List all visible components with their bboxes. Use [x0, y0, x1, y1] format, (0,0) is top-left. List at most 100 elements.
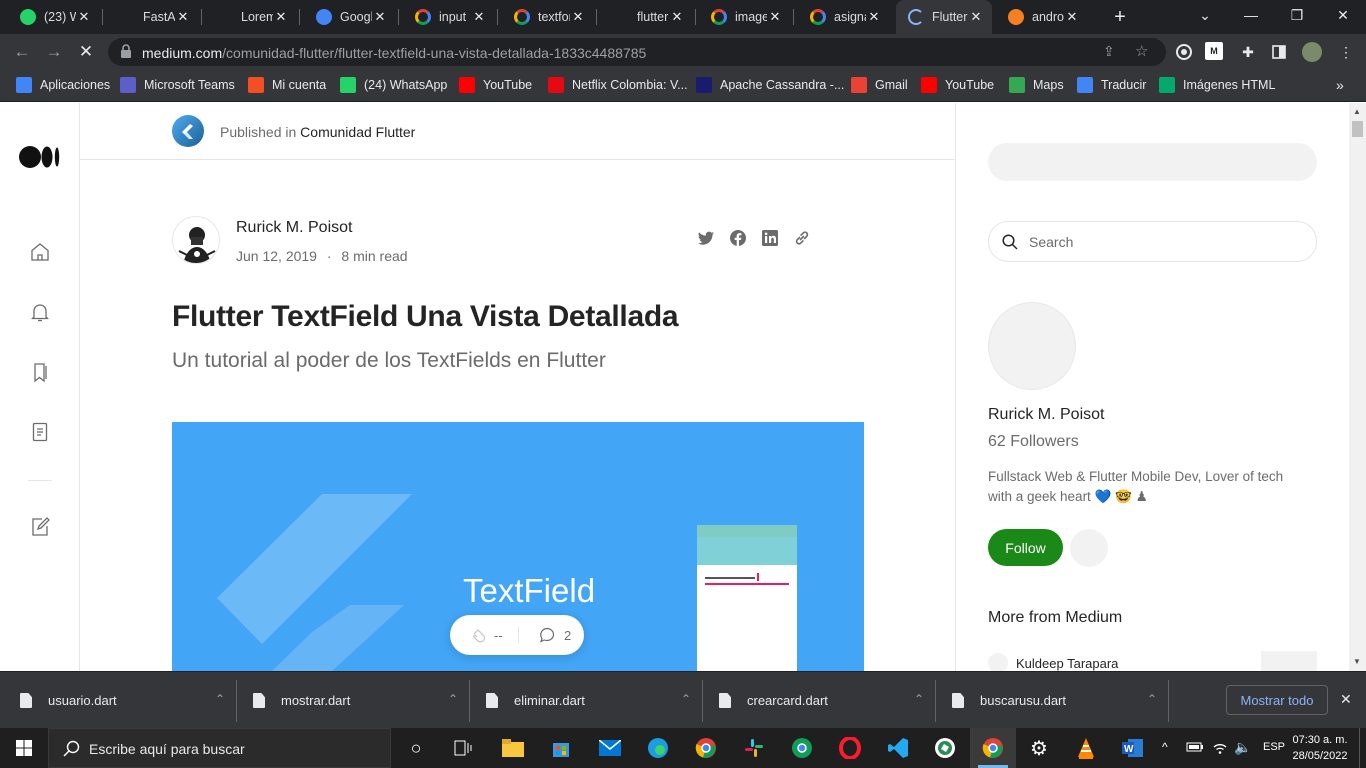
- bookmark-item[interactable]: Apache Cassandra -...: [696, 77, 844, 93]
- author-name-link[interactable]: Rurick M. Poisot: [236, 219, 352, 237]
- tab-7[interactable]: image ✕: [699, 0, 791, 34]
- ms-store-icon[interactable]: [547, 734, 575, 762]
- chrome-profile-icon[interactable]: [788, 734, 816, 762]
- download-item[interactable]: buscarusu.dart ⌃: [952, 672, 1169, 729]
- extensions-puzzle-icon[interactable]: ✚: [1238, 42, 1258, 62]
- tab-8[interactable]: asigna✕: [798, 0, 890, 34]
- subscribe-button[interactable]: [1070, 529, 1108, 567]
- share-icon[interactable]: ⇪: [1103, 43, 1115, 60]
- bookmark-item[interactable]: Traducir: [1077, 77, 1146, 93]
- show-hidden-icons-icon[interactable]: ^: [1162, 740, 1168, 754]
- follow-button[interactable]: Follow: [988, 529, 1063, 566]
- download-item[interactable]: mostrar.dart ⌃: [253, 672, 470, 729]
- scroll-down-arrow[interactable]: ▼: [1353, 657, 1361, 666]
- system-clock[interactable]: 07:30 a. m. 28/05/2022: [1292, 732, 1348, 764]
- wifi-icon[interactable]: [1212, 740, 1228, 756]
- close-tab-icon[interactable]: ✕: [273, 9, 289, 25]
- download-options-chevron-icon[interactable]: ⌃: [914, 692, 924, 706]
- new-tab-button[interactable]: +: [1108, 5, 1132, 29]
- download-item[interactable]: crearcard.dart ⌃: [719, 672, 936, 729]
- author-avatar[interactable]: [172, 216, 220, 264]
- show-all-downloads-button[interactable]: Mostrar todo: [1226, 685, 1328, 715]
- app-circle-icon[interactable]: [931, 734, 959, 762]
- close-window-button[interactable]: ✕: [1320, 0, 1366, 30]
- side-panel-icon[interactable]: [1269, 42, 1289, 62]
- linkedin-icon[interactable]: [760, 228, 780, 248]
- bookmark-item[interactable]: YouTube: [459, 77, 532, 93]
- notifications-bell-icon[interactable]: [28, 300, 52, 324]
- page-scrollbar[interactable]: ▲ ▼: [1349, 103, 1366, 671]
- download-options-chevron-icon[interactable]: ⌃: [681, 692, 691, 706]
- extension-medium-icon[interactable]: M: [1205, 42, 1223, 60]
- scroll-up-arrow[interactable]: ▲: [1353, 107, 1361, 116]
- active-chrome-taskbar-button[interactable]: [970, 728, 1016, 768]
- tab-2[interactable]: Lorem ✕: [205, 0, 297, 34]
- copy-link-icon[interactable]: [792, 228, 812, 248]
- vscode-icon[interactable]: [884, 734, 912, 762]
- chrome-menu-icon[interactable]: ⋮: [1336, 42, 1356, 62]
- edge-icon[interactable]: [644, 734, 672, 762]
- responses-icon[interactable]: [538, 626, 556, 644]
- lists-bookmark-icon[interactable]: [28, 360, 52, 384]
- tab-search-icon[interactable]: ⌄: [1182, 0, 1228, 30]
- download-item[interactable]: eliminar.dart ⌃: [486, 672, 703, 729]
- bookmark-item[interactable]: Maps: [1009, 77, 1064, 93]
- chrome-taskbar-icon[interactable]: [692, 734, 720, 762]
- twitter-icon[interactable]: [696, 228, 716, 248]
- download-options-chevron-icon[interactable]: ⌃: [1147, 692, 1157, 706]
- mail-icon[interactable]: [596, 734, 624, 762]
- stop-loading-icon[interactable]: ✕: [74, 40, 98, 64]
- minimize-button[interactable]: —: [1228, 0, 1274, 30]
- close-tab-icon[interactable]: ✕: [767, 9, 783, 25]
- more-item-avatar[interactable]: [988, 653, 1008, 671]
- windows-start-icon[interactable]: [10, 734, 38, 762]
- forward-button[interactable]: →: [42, 40, 66, 64]
- address-bar[interactable]: medium.com/comunidad-flutter/flutter-tex…: [108, 38, 1166, 66]
- cortana-icon[interactable]: ○: [402, 734, 430, 762]
- close-tab-icon[interactable]: ✕: [968, 9, 984, 25]
- sidebar-author-name[interactable]: Rurick M. Poisot: [988, 406, 1104, 424]
- publication-name-link[interactable]: Comunidad Flutter: [300, 124, 415, 140]
- download-options-chevron-icon[interactable]: ⌃: [215, 692, 225, 706]
- task-view-icon[interactable]: [449, 734, 477, 762]
- more-bookmarks-icon[interactable]: »: [1336, 77, 1344, 93]
- facebook-icon[interactable]: [728, 228, 748, 248]
- extension-record-icon[interactable]: [1174, 42, 1194, 62]
- profile-avatar[interactable]: [1302, 42, 1322, 62]
- bookmark-item[interactable]: Mi cuenta: [248, 77, 326, 93]
- tab-0[interactable]: (23) W ✕: [8, 0, 100, 34]
- settings-gear-icon[interactable]: ⚙: [1025, 734, 1053, 762]
- opera-icon[interactable]: [836, 734, 864, 762]
- scrollbar-thumb[interactable]: [1352, 121, 1363, 137]
- more-item-author[interactable]: Kuldeep Tarapara: [1016, 656, 1118, 671]
- tab-9[interactable]: Flutter ✕: [896, 0, 992, 34]
- bookmark-item[interactable]: Imágenes HTML: [1159, 77, 1275, 93]
- close-tab-icon[interactable]: ✕: [175, 9, 191, 25]
- input-language[interactable]: ESP: [1263, 741, 1285, 753]
- medium-logo-icon[interactable]: [19, 145, 61, 169]
- stories-icon[interactable]: [28, 420, 52, 444]
- bookmark-star-icon[interactable]: ☆: [1135, 42, 1148, 60]
- maximize-button[interactable]: ❐: [1274, 0, 1320, 30]
- sidebar-author-avatar[interactable]: [988, 302, 1076, 390]
- taskbar-search-box[interactable]: Escribe aquí para buscar: [48, 728, 391, 768]
- vlc-icon[interactable]: [1072, 734, 1100, 762]
- bookmark-item[interactable]: (24) WhatsApp: [340, 77, 447, 93]
- bookmark-item[interactable]: Aplicaciones: [16, 77, 110, 93]
- download-item[interactable]: usuario.dart ⌃: [20, 672, 237, 729]
- show-desktop-button[interactable]: [1359, 728, 1366, 768]
- bookmark-item[interactable]: Microsoft Teams: [120, 77, 235, 93]
- volume-icon[interactable]: 🔈: [1234, 739, 1251, 756]
- close-tab-icon[interactable]: ✕: [471, 9, 487, 25]
- tab-1[interactable]: FastAP✕: [107, 0, 199, 34]
- battery-icon[interactable]: [1186, 740, 1204, 754]
- close-downloads-icon[interactable]: ✕: [1340, 691, 1352, 708]
- close-tab-icon[interactable]: ✕: [866, 9, 882, 25]
- word-icon[interactable]: W: [1119, 734, 1147, 762]
- back-button[interactable]: ←: [10, 40, 34, 64]
- tab-6[interactable]: flutter ✕: [601, 0, 693, 34]
- close-tab-icon[interactable]: ✕: [372, 9, 388, 25]
- tab-3[interactable]: Googl ✕: [304, 0, 396, 34]
- close-tab-icon[interactable]: ✕: [1064, 9, 1080, 25]
- clap-icon[interactable]: [468, 625, 488, 645]
